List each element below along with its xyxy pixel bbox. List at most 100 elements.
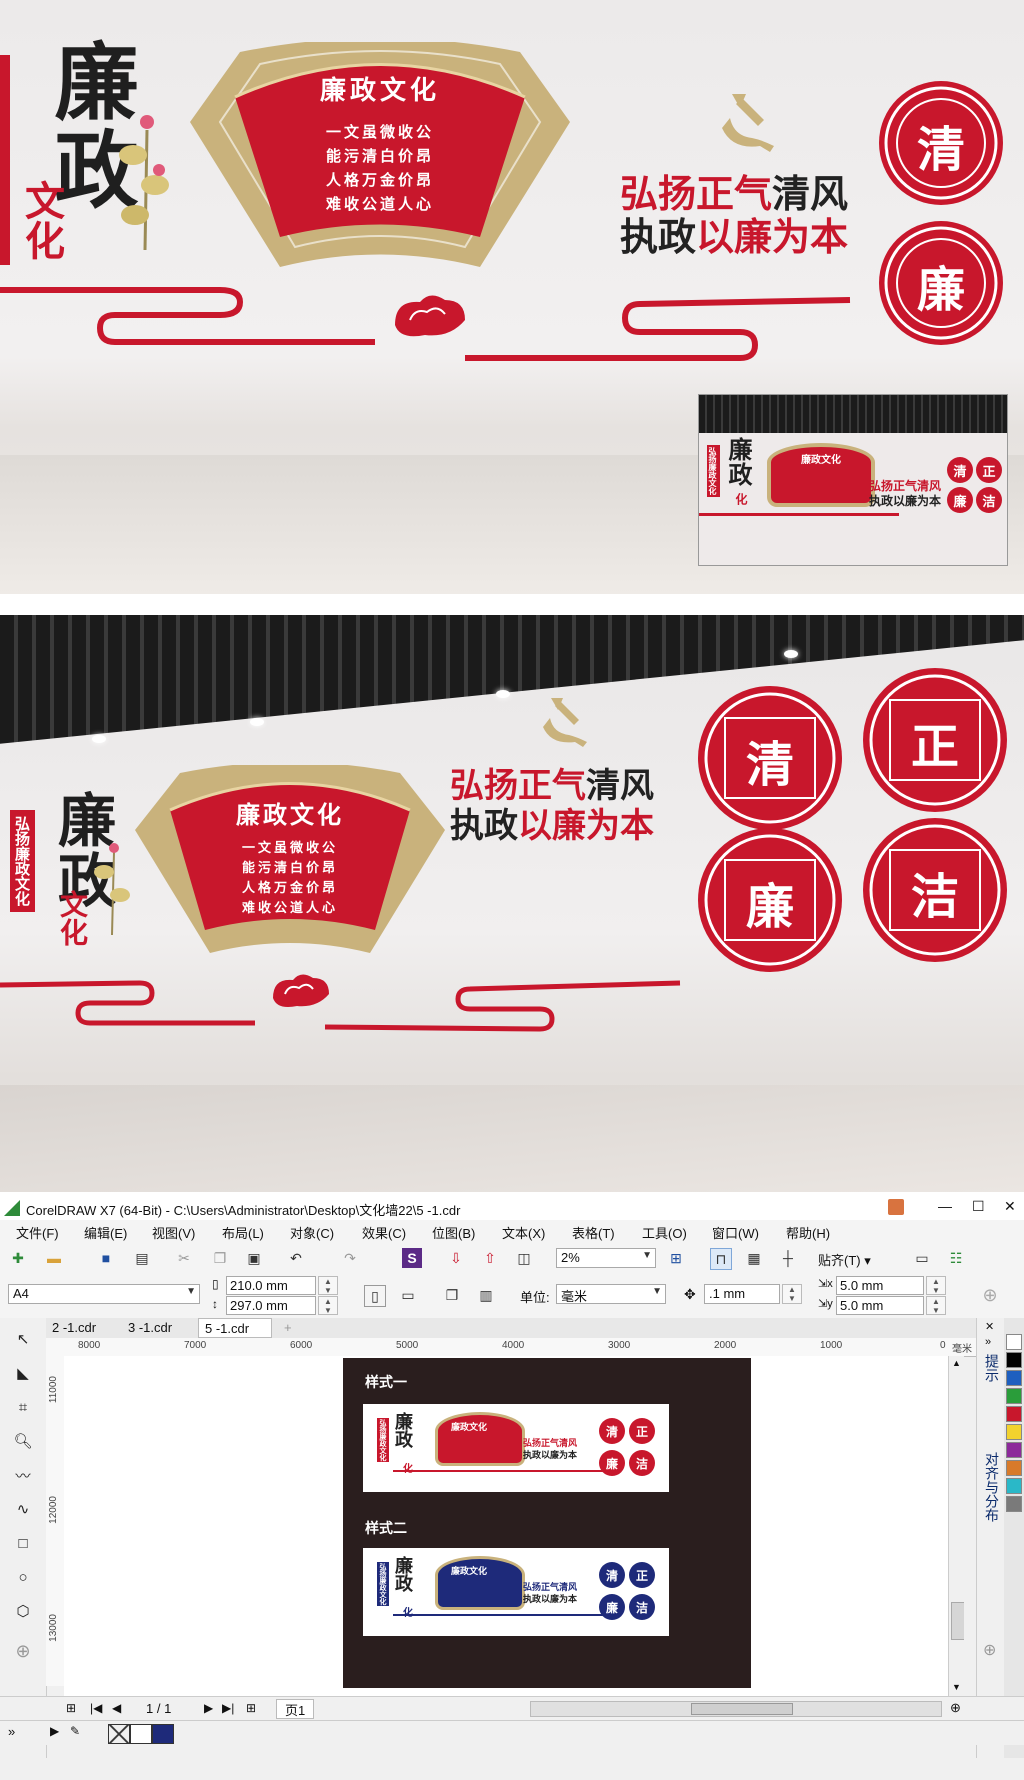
menu-edit[interactable]: 编辑(E) xyxy=(84,1223,127,1242)
full-screen-icon[interactable]: ⊞ xyxy=(666,1248,686,1268)
zoom-navigator-icon[interactable]: ⊕ xyxy=(950,1700,961,1716)
new-document-icon[interactable]: ✚ xyxy=(8,1248,28,1268)
menu-table[interactable]: 表格(T) xyxy=(572,1223,615,1242)
docker-add-icon[interactable]: ⊕ xyxy=(983,1640,996,1660)
menu-effects[interactable]: 效果(C) xyxy=(362,1223,406,1242)
docker-arrow-icon[interactable]: » xyxy=(985,1336,991,1348)
polygon-tool-icon[interactable]: ⬡ xyxy=(12,1600,34,1622)
white-swatch[interactable] xyxy=(130,1724,152,1744)
menu-bitmaps[interactable]: 位图(B) xyxy=(432,1223,475,1242)
show-grid-icon[interactable]: ▦ xyxy=(744,1248,764,1268)
rectangle-tool-icon[interactable]: □ xyxy=(12,1532,34,1554)
prev-page-icon[interactable]: ◀ xyxy=(112,1701,121,1715)
corel-connect-icon[interactable]: S xyxy=(402,1248,422,1268)
duplicate-y-input[interactable]: 5.0 mm xyxy=(836,1296,924,1315)
dup-x-spinner[interactable]: ▲ ▼ xyxy=(926,1276,946,1295)
snap-to-dropdown[interactable]: 贴齐(T) ▾ xyxy=(818,1250,871,1269)
tab-3-1[interactable]: 3 -1.cdr xyxy=(122,1318,196,1338)
all-pages-icon[interactable]: ❐ xyxy=(442,1285,462,1305)
scroll-thumb[interactable] xyxy=(951,1602,964,1640)
navy-swatch[interactable] xyxy=(152,1724,174,1744)
menu-help[interactable]: 帮助(H) xyxy=(786,1223,830,1242)
horizontal-scrollbar[interactable] xyxy=(530,1701,942,1717)
scroll-up-icon[interactable]: ▲ xyxy=(952,1358,961,1368)
style-one-thumbnail[interactable]: 弘扬廉政文化 廉政 化 廉政文化 弘扬正气清风 执政以廉为本 清 正 廉 洁 xyxy=(363,1404,669,1492)
zoom-tool-icon[interactable]: 🔍︎ xyxy=(12,1430,34,1452)
palette-swatch-blue[interactable] xyxy=(1006,1370,1022,1386)
tab-5-1-active[interactable]: 5 -1.cdr xyxy=(198,1318,272,1338)
scroll-down-icon[interactable]: ▼ xyxy=(952,1682,961,1692)
welcome-screen-icon[interactable]: ▭ xyxy=(912,1248,932,1268)
print-icon[interactable]: ▤ xyxy=(132,1248,152,1268)
menu-layout[interactable]: 布局(L) xyxy=(222,1223,264,1242)
duplicate-x-input[interactable]: 5.0 mm xyxy=(836,1276,924,1295)
tab-2-1[interactable]: 2 -1.cdr xyxy=(46,1318,120,1338)
palette-swatch-white[interactable] xyxy=(1006,1334,1022,1350)
menu-file[interactable]: 文件(F) xyxy=(16,1223,59,1242)
play-icon[interactable]: ▶ xyxy=(50,1724,59,1738)
user-icon[interactable] xyxy=(888,1199,904,1215)
hints-docker-tab[interactable]: 提示 xyxy=(982,1354,1002,1382)
save-icon[interactable]: ■ xyxy=(96,1248,116,1268)
page-size-select[interactable]: A4 ▼ xyxy=(8,1284,200,1304)
add-page-icon[interactable]: ⊞ xyxy=(66,1701,76,1715)
add-tab-icon[interactable]: + xyxy=(278,1318,298,1338)
pick-tool-icon[interactable]: ↖ xyxy=(12,1328,34,1350)
open-folder-icon[interactable]: ▬ xyxy=(44,1248,64,1268)
h-scroll-thumb[interactable] xyxy=(691,1703,793,1715)
import-icon[interactable]: ⇩ xyxy=(446,1248,466,1268)
palette-swatch-purple[interactable] xyxy=(1006,1442,1022,1458)
align-distribute-docker-tab[interactable]: 对齐与分布 xyxy=(982,1452,1002,1522)
last-page-icon[interactable]: ▶| xyxy=(222,1701,234,1715)
vertical-scrollbar[interactable]: ▲ ▼ xyxy=(948,1356,964,1696)
unit-select[interactable]: 毫米 ▼ xyxy=(556,1284,666,1304)
show-guidelines-icon[interactable]: ┼ xyxy=(778,1248,798,1268)
freehand-tool-icon[interactable]: 〰 xyxy=(12,1464,34,1486)
next-page-icon[interactable]: ▶ xyxy=(204,1701,213,1715)
vertical-ruler[interactable]: 11000 12000 13000 xyxy=(46,1356,65,1686)
no-fill-swatch[interactable] xyxy=(108,1724,130,1744)
menu-tools[interactable]: 工具(O) xyxy=(642,1223,687,1242)
palette-swatch-yellow[interactable] xyxy=(1006,1424,1022,1440)
style-two-thumbnail[interactable]: 弘扬廉政文化 廉政 化 廉政文化 弘扬正气清风 执政以廉为本 清 正 廉 洁 xyxy=(363,1548,669,1636)
first-page-icon[interactable]: |◀ xyxy=(90,1701,102,1715)
width-spinner[interactable]: ▲ ▼ xyxy=(318,1276,338,1295)
add-property-icon[interactable]: ⊕ xyxy=(980,1285,1000,1305)
page-height-input[interactable]: 297.0 mm xyxy=(226,1296,316,1315)
copy-icon[interactable]: ❐ xyxy=(210,1248,230,1268)
dup-y-spinner[interactable]: ▲ ▼ xyxy=(926,1296,946,1315)
horizontal-ruler[interactable]: 8000 7000 6000 5000 4000 3000 2000 1000 … xyxy=(46,1338,976,1357)
options-icon[interactable]: ☷ xyxy=(946,1248,966,1268)
close-button[interactable]: ✕ xyxy=(1004,1198,1016,1215)
redo-icon[interactable]: ↷ xyxy=(340,1248,360,1268)
crop-tool-icon[interactable]: ⌗ xyxy=(12,1396,34,1418)
cut-icon[interactable]: ✂ xyxy=(174,1248,194,1268)
menu-view[interactable]: 视图(V) xyxy=(152,1223,195,1242)
publish-pdf-icon[interactable]: ◫ xyxy=(514,1248,534,1268)
palette-swatch-red[interactable] xyxy=(1006,1406,1022,1422)
eyedropper-icon[interactable]: ✎ xyxy=(70,1724,80,1738)
maximize-button[interactable]: ☐ xyxy=(972,1198,985,1215)
palette-swatch-black[interactable] xyxy=(1006,1352,1022,1368)
add-tool-icon[interactable]: ⊕ xyxy=(12,1640,34,1662)
zoom-select[interactable]: 2% ▼ xyxy=(556,1248,656,1268)
ellipse-tool-icon[interactable]: ○ xyxy=(12,1566,34,1588)
docker-close-icon[interactable]: ✕ xyxy=(985,1320,994,1333)
height-spinner[interactable]: ▲ ▼ xyxy=(318,1296,338,1315)
export-icon[interactable]: ⇧ xyxy=(480,1248,500,1268)
undo-icon[interactable]: ↶ xyxy=(286,1248,306,1268)
page-width-input[interactable]: 210.0 mm xyxy=(226,1276,316,1295)
menu-window[interactable]: 窗口(W) xyxy=(712,1223,759,1242)
paste-icon[interactable]: ▣ xyxy=(244,1248,264,1268)
nudge-input[interactable]: .1 mm xyxy=(704,1284,780,1304)
landscape-icon[interactable]: ▭ xyxy=(398,1285,418,1305)
palette-swatch-green[interactable] xyxy=(1006,1388,1022,1404)
drawing-canvas[interactable]: 样式一 弘扬廉政文化 廉政 化 廉政文化 弘扬正气清风 执政以廉为本 清 正 廉… xyxy=(64,1356,964,1696)
artistic-media-icon[interactable]: ∿ xyxy=(12,1498,34,1520)
portrait-icon[interactable]: ▯ xyxy=(364,1285,386,1307)
page-tab[interactable]: 页1 xyxy=(276,1699,315,1719)
nudge-spinner[interactable]: ▲ ▼ xyxy=(782,1284,802,1304)
menu-text[interactable]: 文本(X) xyxy=(502,1223,545,1242)
palette-swatch-orange[interactable] xyxy=(1006,1460,1022,1476)
palette-swatch-cyan[interactable] xyxy=(1006,1478,1022,1494)
